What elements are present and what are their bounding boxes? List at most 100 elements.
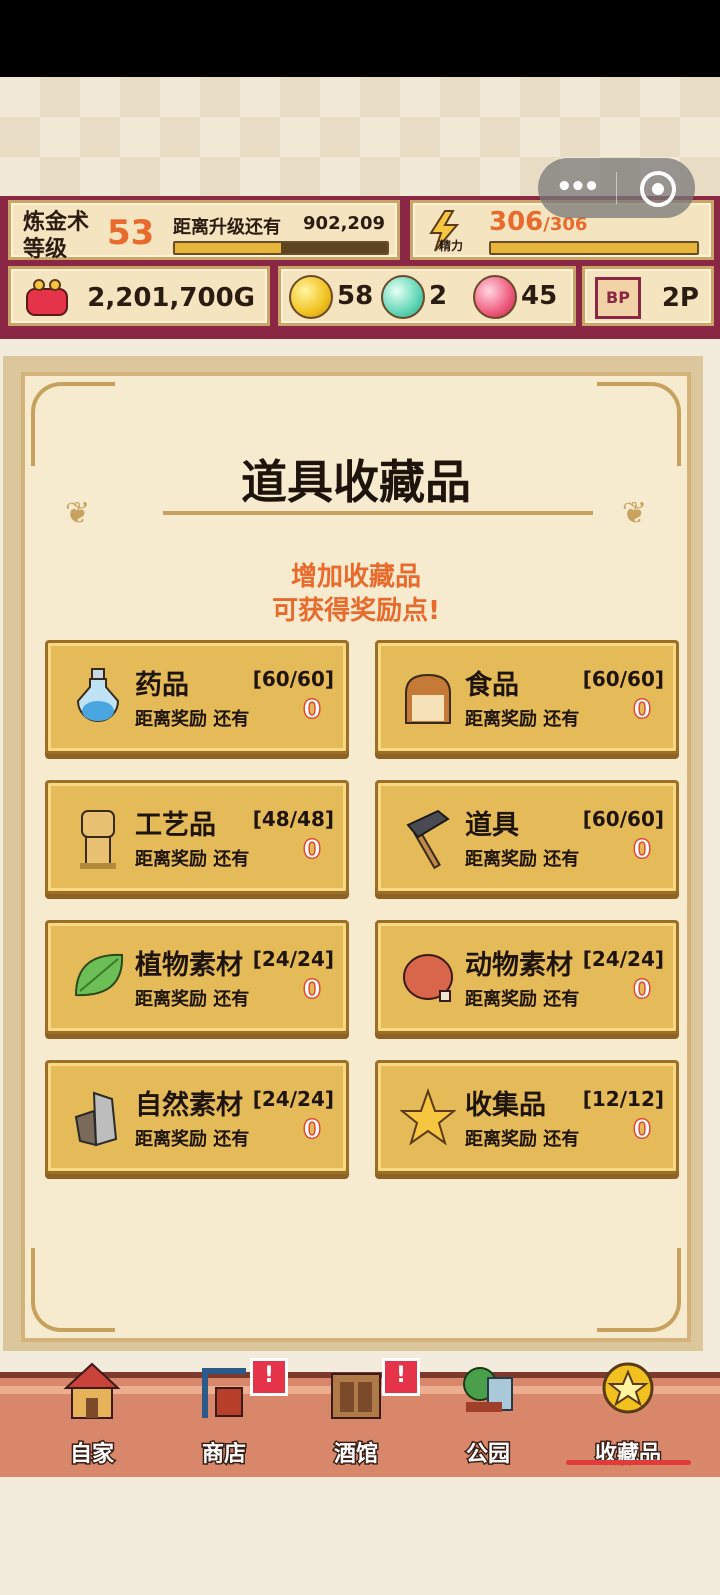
gems-panel[interactable]: 58 2 45 — [278, 266, 576, 326]
energy-bar — [489, 241, 699, 255]
alert-badge: ! — [382, 1358, 420, 1396]
category-name: 收集品 — [465, 1090, 546, 1121]
category-count: [48/48] — [252, 807, 334, 831]
energy-current: 306 — [489, 207, 544, 237]
miniprogram-capsule[interactable]: ••• — [538, 158, 695, 218]
reward-label: 距离奖励 还有 — [465, 709, 580, 730]
gold-panel[interactable]: 2,201,700G — [8, 266, 270, 326]
stone-icon — [70, 1085, 126, 1151]
category-tile[interactable]: 自然素材 [24/24] 距离奖励 还有 0 — [45, 1060, 349, 1174]
tavern-icon — [326, 1358, 386, 1428]
reward-label: 距离奖励 还有 — [465, 989, 580, 1010]
pink-gem-icon — [473, 275, 517, 319]
reward-label: 距离奖励 还有 — [465, 849, 580, 870]
energy-fill — [491, 243, 697, 253]
nav-label: 商店 — [200, 1441, 247, 1469]
statue-icon — [70, 805, 126, 871]
category-tile[interactable]: 收集品 [12/12] 距离奖励 还有 0 — [375, 1060, 679, 1174]
category-count: [12/12] — [582, 1087, 664, 1111]
category-tile[interactable]: 动物素材 [24/24] 距离奖励 还有 0 — [375, 920, 679, 1034]
collection-card: 道具收藏品 ❦ ❦ 增加收藏品 可获得奖励点! 药品 [60/60] 距离奖励 还有… — [21, 372, 691, 1342]
level-progress-bar — [173, 241, 389, 255]
star-icon — [399, 1085, 457, 1151]
potion-icon — [70, 665, 126, 731]
nav-item[interactable]: 酒馆! — [296, 1358, 420, 1483]
reward-value: 0 — [302, 974, 322, 1006]
capsule-divider — [616, 172, 617, 204]
alchemy-level-panel[interactable]: 炼金术 等级 53 距离升级还有 902,209 — [8, 200, 400, 262]
house-icon — [62, 1358, 122, 1428]
energy-label: 精力 — [439, 239, 464, 253]
level-progress-fill — [175, 243, 281, 253]
laurel-right-icon: ❦ — [621, 496, 647, 531]
category-name: 自然素材 — [135, 1090, 243, 1121]
category-count: [60/60] — [252, 667, 334, 691]
subtitle-line1: 增加收藏品 — [290, 562, 421, 592]
level-number: 53 — [107, 213, 155, 253]
next-level-value: 902,209 — [303, 213, 385, 234]
bottom-fill — [0, 1477, 720, 1595]
corner-ornament-bottom-right — [597, 1248, 681, 1332]
bp-icon: BP — [595, 277, 641, 319]
pink-gem-count: 45 — [521, 281, 558, 311]
nav-item[interactable]: 商店! — [164, 1358, 288, 1483]
blue-gem-icon — [381, 275, 425, 319]
reward-value: 0 — [632, 694, 652, 726]
category-count: [24/24] — [252, 1087, 334, 1111]
category-name: 食品 — [465, 670, 519, 701]
bread-icon — [400, 665, 456, 731]
level-label: 炼金术 等级 — [23, 210, 90, 262]
collection-icon — [598, 1358, 658, 1428]
nav-label: 酒馆 — [332, 1441, 379, 1469]
reward-value: 0 — [302, 694, 322, 726]
category-count: [24/24] — [582, 947, 664, 971]
category-tile[interactable]: 工艺品 [48/48] 距离奖励 还有 0 — [45, 780, 349, 894]
reward-label: 距离奖励 还有 — [135, 709, 250, 730]
bp-panel[interactable]: BP 2P — [582, 266, 714, 326]
next-level-label: 距离升级还有 — [173, 217, 281, 238]
corner-ornament-bottom-left — [31, 1248, 115, 1332]
nav-item[interactable]: 公园 — [428, 1367, 548, 1483]
nav-label: 自家 — [68, 1441, 115, 1469]
reward-label: 距离奖励 还有 — [135, 989, 250, 1010]
category-count: [60/60] — [582, 807, 664, 831]
shop-icon — [194, 1358, 254, 1428]
alert-badge: ! — [250, 1358, 288, 1396]
nav-item[interactable]: 自家 — [32, 1362, 152, 1483]
close-miniprogram-icon[interactable] — [640, 171, 676, 207]
nav-item[interactable]: 收藏品 — [568, 1362, 688, 1483]
collection-panel: 道具收藏品 ❦ ❦ 增加收藏品 可获得奖励点! 药品 [60/60] 距离奖励 还有… — [3, 356, 703, 1351]
status-bar — [0, 0, 720, 77]
page-title: 道具收藏品 — [241, 455, 471, 509]
bottom-nav: 自家 商店! 酒馆! 公园 收藏品 — [0, 1358, 720, 1483]
reward-label: 距离奖励 还有 — [135, 849, 250, 870]
reward-value: 0 — [632, 974, 652, 1006]
active-tab-indicator — [566, 1460, 691, 1465]
meat-icon — [400, 945, 456, 1011]
nav-label: 公园 — [464, 1441, 511, 1469]
yellow-gem-icon — [289, 275, 333, 319]
category-name: 动物素材 — [465, 950, 573, 981]
reward-label: 距离奖励 还有 — [465, 1129, 580, 1150]
yellow-gem-count: 58 — [337, 281, 374, 311]
category-tile[interactable]: 道具 [60/60] 距离奖励 还有 0 — [375, 780, 679, 894]
leaf-icon — [70, 945, 126, 1011]
category-count: [60/60] — [582, 667, 664, 691]
category-count: [24/24] — [252, 947, 334, 971]
hammer-icon — [400, 805, 456, 871]
blue-gem-count: 2 — [429, 281, 448, 311]
category-tile[interactable]: 植物素材 [24/24] 距离奖励 还有 0 — [45, 920, 349, 1034]
reward-value: 0 — [632, 1114, 652, 1146]
more-icon[interactable]: ••• — [556, 172, 600, 202]
category-tile[interactable]: 食品 [60/60] 距离奖励 还有 0 — [375, 640, 679, 754]
laurel-left-icon: ❦ — [65, 496, 91, 531]
gold-amount: 2,201,700G — [87, 283, 255, 313]
category-name: 药品 — [135, 670, 189, 701]
park-icon — [458, 1358, 518, 1428]
reward-value: 0 — [302, 1114, 322, 1146]
category-tile[interactable]: 药品 [60/60] 距离奖励 还有 0 — [45, 640, 349, 754]
purse-icon — [26, 279, 68, 316]
subtitle-line2: 可获得奖励点! — [272, 596, 440, 626]
reward-label: 距离奖励 还有 — [135, 1129, 250, 1150]
category-name: 工艺品 — [135, 810, 216, 841]
